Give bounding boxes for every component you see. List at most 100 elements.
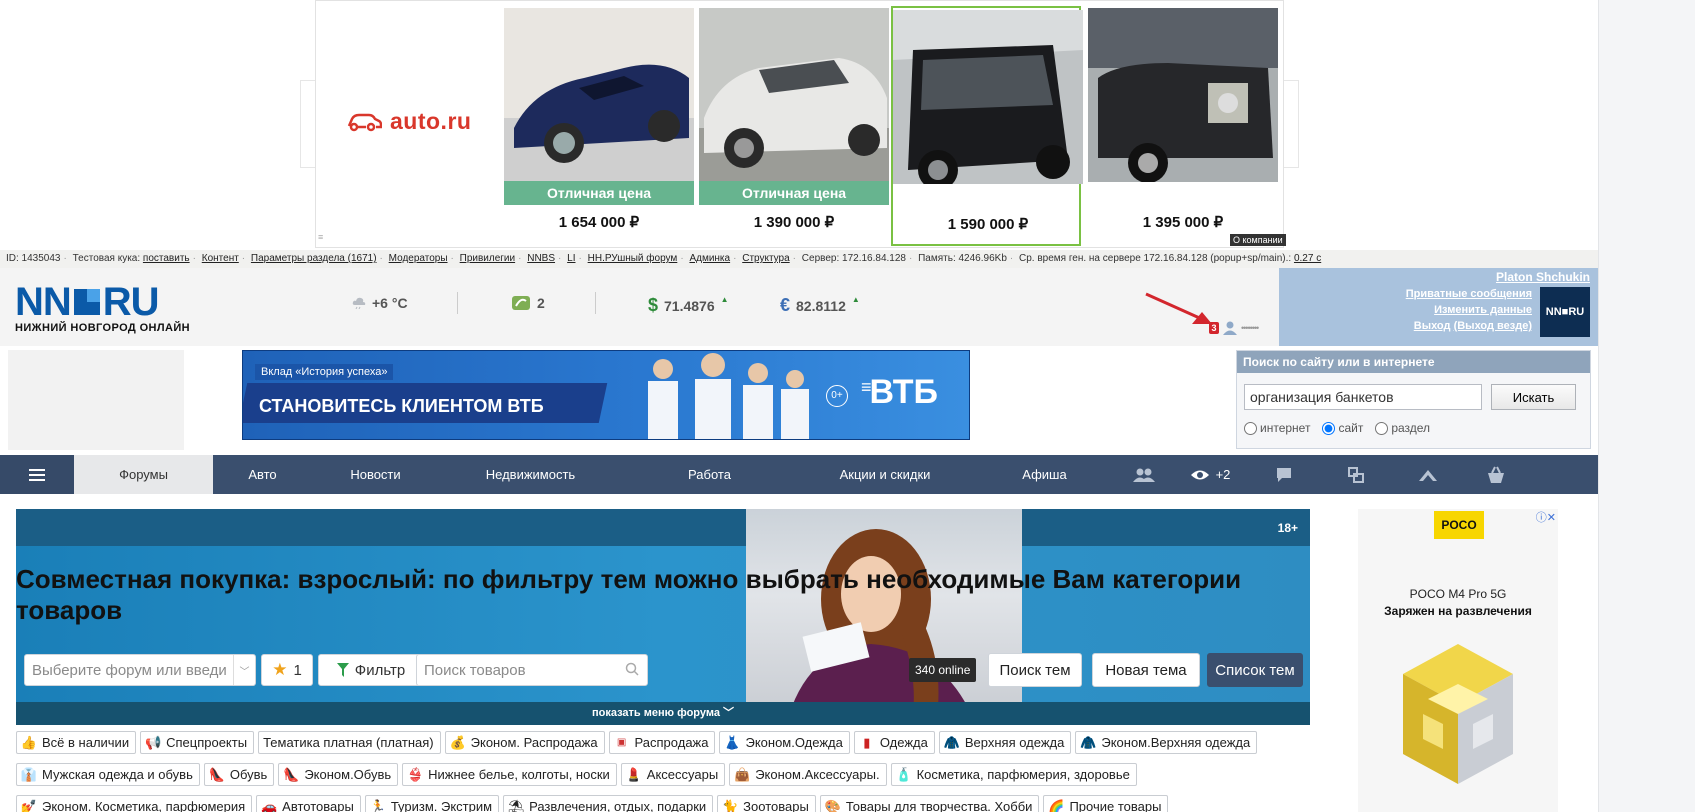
debug-set-link[interactable]: поставить <box>143 253 190 264</box>
side-ad[interactable]: POCO ⓘ✕ POCO M4 Pro 5G Заряжен на развле… <box>1358 509 1558 812</box>
category-chip[interactable]: 👠 Обувь <box>203 763 275 786</box>
rainbow-icon: 🌈 <box>1048 798 1065 812</box>
weather-widget[interactable]: +6 °C <box>352 295 408 311</box>
debug-content-link[interactable]: Контент <box>202 253 239 264</box>
search-topics-button[interactable]: Поиск тем <box>988 653 1082 687</box>
chevron-down-icon: ﹀ <box>723 707 735 719</box>
category-chip[interactable]: 🐈 Зоотовары <box>717 795 816 812</box>
layout-icon[interactable] <box>1320 455 1392 494</box>
category-chip[interactable]: 💄 Аксессуары <box>620 763 726 786</box>
category-chip[interactable]: ▮ Одежда <box>853 731 935 754</box>
debug-structure-link[interactable]: Структура <box>742 253 789 264</box>
scope-site[interactable]: сайт <box>1322 421 1363 435</box>
category-chip[interactable]: 💰 Эконом. Распродажа <box>444 731 605 754</box>
price-badge: Отличная цена <box>699 181 889 205</box>
category-chip[interactable]: ⛱ Развлечения, отдых, подарки <box>503 795 714 812</box>
vtb-banner[interactable]: Вклад «История успеха» СТАНОВИТЕСЬ КЛИЕН… <box>242 350 970 440</box>
viewers[interactable]: +2 <box>1172 455 1248 494</box>
scope-section[interactable]: раздел <box>1375 421 1430 435</box>
category-chip[interactable]: 👠 Эконом.Обувь <box>278 763 399 786</box>
thumbs-up-icon: 👍 <box>20 734 38 750</box>
red-dress-icon: ▮ <box>863 734 871 750</box>
coat-icon: 🧥 <box>943 734 960 750</box>
athletes-image <box>648 353 809 439</box>
edit-profile-link[interactable]: Изменить данные <box>1300 302 1532 318</box>
debug-params-link[interactable]: Параметры раздела (1671) <box>251 253 377 264</box>
username-link[interactable]: Platon Shchukin <box>1300 268 1590 286</box>
category-chip[interactable]: 🌈 Прочие товары <box>1043 795 1169 812</box>
nav-forums[interactable]: Форумы <box>74 455 213 494</box>
usd-rate: 71.4876 <box>664 297 715 314</box>
category-chip[interactable]: 👍 Всё в наличии <box>16 731 137 754</box>
friends-icon[interactable] <box>1116 455 1172 494</box>
category-chip[interactable]: Тематика платная (платная) <box>258 731 441 754</box>
debug-gen-value[interactable]: 0.27 с <box>1294 253 1321 264</box>
debug-forum-link[interactable]: НН.РУшный форум <box>588 253 678 264</box>
debug-privileges-link[interactable]: Привилегии <box>460 253 515 264</box>
category-chip[interactable]: 👗 Эконом.Одежда <box>719 731 850 754</box>
car-price: 1 590 000 ₽ <box>947 216 1029 233</box>
nav-auto[interactable]: Авто <box>213 455 312 494</box>
usd-widget[interactable]: $ 71.4876 ▲ <box>648 295 729 316</box>
category-chip[interactable]: 💅 Эконом. Косметика, парфюмерия <box>16 795 253 812</box>
filter-button[interactable]: Фильтр <box>318 654 424 686</box>
traffic-widget[interactable]: 2 <box>511 295 545 311</box>
category-chip[interactable]: 👜 Эконом.Аксессуары. <box>729 763 887 786</box>
nav-jobs[interactable]: Работа <box>622 455 797 494</box>
logout-all-link[interactable]: (Выход везде) <box>1454 320 1532 332</box>
notifications[interactable]: 3 •••••••• <box>1209 321 1259 335</box>
nav-afisha[interactable]: Афиша <box>973 455 1116 494</box>
car-card[interactable]: Отличная цена 1 390 000 ₽ <box>699 6 889 246</box>
search-icon <box>625 662 639 676</box>
logout-link[interactable]: Выход <box>1414 320 1451 332</box>
ad-menu-icon[interactable]: ≡ <box>318 232 323 242</box>
nav-promos[interactable]: Акции и скидки <box>797 455 973 494</box>
category-chip[interactable]: 🧥 Верхняя одежда <box>938 731 1072 754</box>
debug-nnbs-link[interactable]: NNBS <box>527 253 555 264</box>
menu-icon[interactable] <box>0 455 74 494</box>
category-chip[interactable]: 📢 Спецпроекты <box>140 731 255 754</box>
nav-news[interactable]: Новости <box>312 455 439 494</box>
avatar[interactable]: NN■RU <box>1540 287 1590 337</box>
forum-title: Совместная покупка: взрослый: по фильтру… <box>16 564 1242 625</box>
car-card[interactable]: 1 395 000 ₽ <box>1088 6 1278 246</box>
search-input[interactable] <box>1244 384 1482 410</box>
favorites-button[interactable]: ★ 1 <box>261 654 313 686</box>
dollar-icon: $ <box>648 295 659 315</box>
about-company-label[interactable]: О компании <box>1230 234 1286 246</box>
debug-li-link[interactable]: LI <box>567 253 575 264</box>
share-icon[interactable] <box>1392 455 1464 494</box>
debug-admin-link[interactable]: Админка <box>689 253 730 264</box>
car-icon: 🚗 <box>261 798 278 812</box>
filter-icon <box>336 663 349 677</box>
category-chip[interactable]: 🧥 Эконом.Верхняя одежда <box>1075 731 1258 754</box>
lipstick-icon: 💄 <box>625 766 642 782</box>
scope-internet[interactable]: интернет <box>1244 421 1310 435</box>
car-card[interactable]: Отличная цена 1 654 000 ₽ <box>504 6 694 246</box>
nav-realty[interactable]: Недвижимость <box>439 455 622 494</box>
category-chip[interactable]: 🎨 Товары для творчества. Хобби <box>819 795 1040 812</box>
search-button[interactable]: Искать <box>1491 384 1576 410</box>
debug-moderators-link[interactable]: Модераторы <box>389 253 448 264</box>
cloud-icon <box>352 297 366 309</box>
new-topic-button[interactable]: Новая тема <box>1092 653 1200 687</box>
basket-icon[interactable] <box>1464 455 1528 494</box>
autoru-logo[interactable]: auto.ru <box>346 108 471 135</box>
eye-icon <box>1190 470 1209 479</box>
category-chip[interactable]: 🏃 Туризм. Экстрим <box>364 795 500 812</box>
show-forum-menu[interactable]: показать меню форума ﹀ <box>16 702 1310 725</box>
car-card[interactable]: 1 590 000 ₽ <box>891 6 1083 246</box>
category-chip[interactable]: 👔 Мужская одежда и обувь <box>16 763 200 786</box>
ad-info-icon[interactable]: ⓘ✕ <box>1536 509 1556 525</box>
goods-search-input[interactable]: Поиск товаров <box>416 654 648 686</box>
site-logo[interactable]: NN RU НИЖНИЙ НОВГОРОД ОНЛАЙН <box>15 282 190 334</box>
category-chip[interactable]: ▣ Распродажа <box>608 731 716 754</box>
topic-list-button[interactable]: Список тем <box>1207 653 1303 687</box>
category-chip[interactable]: 👙 Нижнее белье, колготы, носки <box>402 763 617 786</box>
eur-widget[interactable]: € 82.8112 ▲ <box>780 295 860 316</box>
category-chip[interactable]: 🚗 Автотовары <box>256 795 361 812</box>
forum-select[interactable]: Выберите форум или введи ﹀ <box>24 654 256 686</box>
chat-icon[interactable] <box>1248 455 1320 494</box>
category-chip[interactable]: 🧴 Косметика, парфюмерия, здоровье <box>890 763 1137 786</box>
private-messages-link[interactable]: Приватные сообщения <box>1300 286 1532 302</box>
